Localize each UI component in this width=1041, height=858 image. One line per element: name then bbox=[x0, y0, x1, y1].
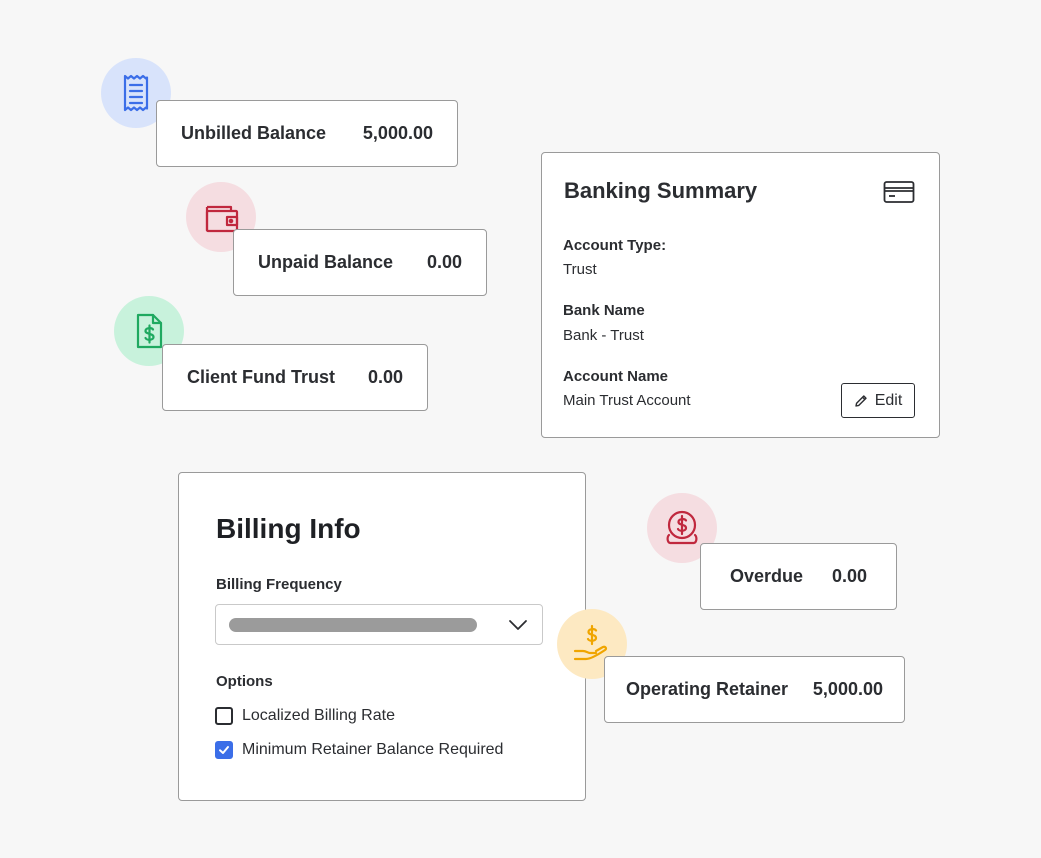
metric-label: Unpaid Balance bbox=[258, 252, 394, 272]
billing-frequency-select[interactable] bbox=[215, 604, 543, 645]
account-type-label: Account Type: bbox=[563, 237, 667, 254]
metric-label: Unbilled Balance bbox=[181, 123, 327, 143]
account-type-value: Trust bbox=[563, 261, 597, 278]
account-name-label: Account Name bbox=[563, 368, 669, 385]
metric-value: 5,000.00 bbox=[812, 679, 883, 699]
edit-button[interactable]: Edit bbox=[841, 383, 915, 418]
receipt-icon bbox=[123, 74, 149, 112]
operating-retainer-card: Operating Retainer 5,000.00 bbox=[604, 656, 905, 723]
credit-card-icon bbox=[883, 181, 915, 203]
unpaid-balance-card: Unpaid Balance 0.00 bbox=[233, 229, 487, 296]
bank-name-value: Bank - Trust bbox=[563, 327, 644, 344]
billing-frequency-label: Billing Frequency bbox=[216, 576, 342, 593]
metric-value: 0.00 bbox=[831, 566, 867, 586]
metric-value: 5,000.00 bbox=[362, 123, 433, 143]
account-name-value: Main Trust Account bbox=[563, 392, 691, 409]
checkbox[interactable] bbox=[215, 707, 233, 725]
dollar-coin-icon bbox=[666, 510, 698, 545]
option-minimum-retainer-balance[interactable]: Minimum Retainer Balance Required bbox=[215, 741, 503, 759]
pencil-icon bbox=[855, 394, 867, 407]
banking-summary-title: Banking Summary bbox=[564, 178, 758, 203]
unbilled-balance-card: Unbilled Balance 5,000.00 bbox=[156, 100, 458, 167]
metric-value: 0.00 bbox=[367, 367, 403, 387]
edit-button-label: Edit bbox=[874, 391, 903, 409]
checkmark-icon bbox=[219, 746, 229, 754]
banking-summary-card: Banking Summary Account Type: Trust Bank… bbox=[541, 152, 940, 438]
metric-label: Client Fund Trust bbox=[187, 367, 335, 387]
metric-label: Operating Retainer bbox=[626, 679, 789, 699]
option-label: Minimum Retainer Balance Required bbox=[242, 741, 504, 758]
client-fund-trust-card: Client Fund Trust 0.00 bbox=[162, 344, 428, 411]
option-localized-billing-rate[interactable]: Localized Billing Rate bbox=[215, 707, 395, 725]
billing-info-card: Billing Info Billing Frequency Options L… bbox=[178, 472, 586, 801]
overdue-card: Overdue 0.00 bbox=[700, 543, 897, 610]
select-placeholder-bar bbox=[229, 618, 477, 632]
chevron-down-icon bbox=[509, 620, 527, 630]
checkbox-checked[interactable] bbox=[215, 741, 233, 759]
metric-label: Overdue bbox=[730, 566, 804, 586]
option-label: Localized Billing Rate bbox=[242, 707, 395, 724]
billing-info-title: Billing Info bbox=[216, 513, 361, 544]
metric-value: 0.00 bbox=[426, 252, 462, 272]
bank-name-label: Bank Name bbox=[563, 302, 645, 319]
options-label: Options bbox=[216, 673, 273, 690]
